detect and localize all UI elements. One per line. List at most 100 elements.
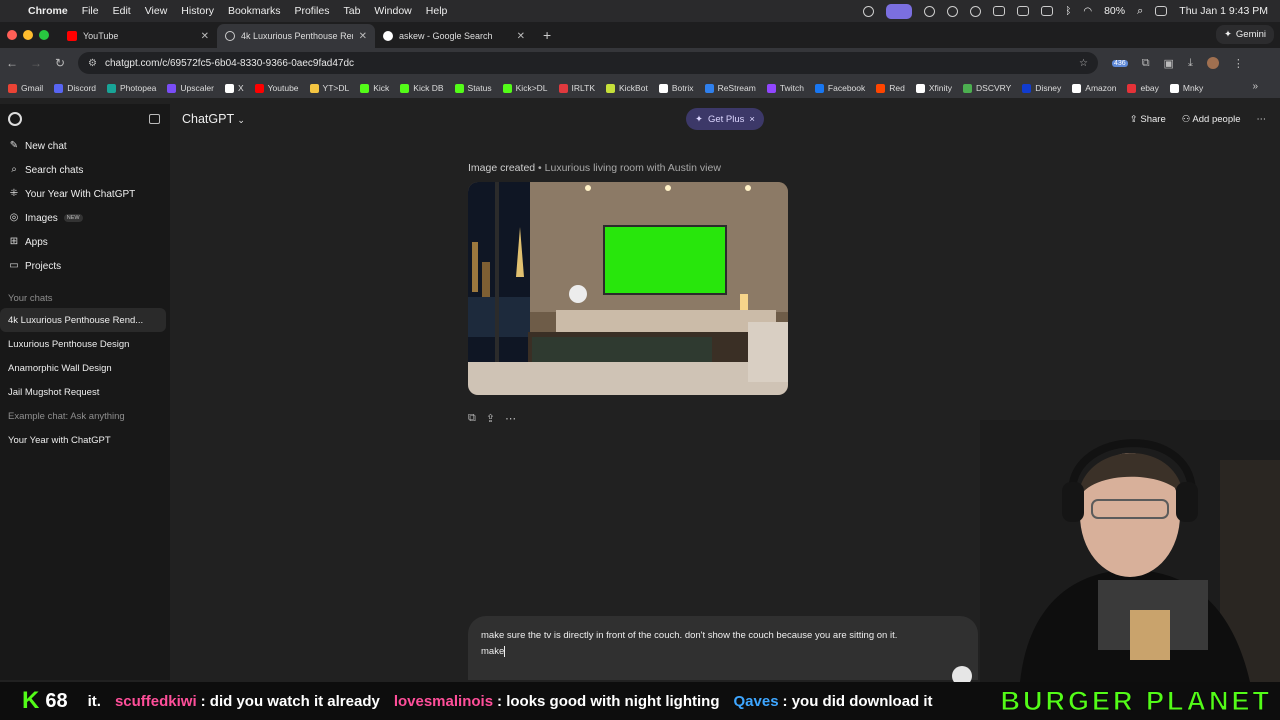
chat-history-item[interactable]: Your Year with ChatGPT [0,428,166,452]
play-icon[interactable] [970,5,982,17]
bookmark-ebay[interactable]: ebay [1127,83,1159,93]
bookmark-status[interactable]: Status [454,83,492,93]
bookmark-gmail[interactable]: Gmail [8,83,43,93]
bookmark-kick-dl[interactable]: Kick>DL [502,83,548,93]
bookmark-star-icon[interactable]: ☆ [1079,58,1088,69]
spotlight-search-icon[interactable]: ⌕ [1137,5,1143,18]
bookmark-disney[interactable]: Disney [1022,83,1061,93]
get-plus-button[interactable]: ✦ Get Plus × [686,108,764,130]
close-icon[interactable]: × [749,114,755,125]
tab-youtube[interactable]: YouTube ✕ [59,24,217,48]
bookmark-photopea[interactable]: Photopea [107,83,156,93]
extensions-icon[interactable]: ⧉ [1142,57,1150,70]
battery-percent[interactable]: 80% [1104,5,1125,17]
bookmark-botrix[interactable]: Botrix [658,83,694,93]
wifi-icon[interactable]: ◠ [1083,6,1092,17]
menu-window[interactable]: Window [374,5,411,17]
menu-app-name[interactable]: Chrome [28,5,68,17]
extension-badge[interactable]: 436 [1112,59,1128,67]
address-bar[interactable]: ⚙ chatgpt.com/c/69572fc5-6b04-8330-9366-… [78,52,1098,74]
bookmark-kick-db[interactable]: Kick DB [400,83,444,93]
chat-history-item[interactable]: Jail Mugshot Request [0,380,166,404]
close-tab-icon[interactable]: ✕ [201,31,209,42]
bookmark-favicon-icon [1169,83,1179,93]
sidebar-toggle-icon[interactable] [149,114,160,124]
bookmark-discord[interactable]: Discord [54,83,96,93]
sidebar-item-new-chat[interactable]: ✎ New chat [0,134,170,158]
bookmark-youtube[interactable]: Youtube [254,83,299,93]
display-icon[interactable] [1017,6,1030,16]
monitor-icon[interactable] [1041,6,1054,16]
bookmark-red[interactable]: Red [876,83,905,93]
bluetooth-icon[interactable]: ᛒ [1065,6,1071,17]
control-center-icon[interactable] [1155,6,1168,16]
bookmark-twitch[interactable]: Twitch [766,83,804,93]
sidebar-item-projects[interactable]: ▭ Projects [0,254,170,278]
download-icon[interactable]: ⤓ [1188,57,1193,70]
bookmark-xfinity[interactable]: Xfinity [915,83,952,93]
prompt-composer[interactable]: make sure the tv is directly in front of… [468,616,978,686]
bookmark-kickbot[interactable]: KickBot [606,83,648,93]
kebab-menu-icon[interactable]: ⋮ [1233,57,1244,70]
url-text[interactable]: chatgpt.com/c/69572fc5-6b04-8330-9366-0a… [105,58,1071,69]
forward-arrow-icon[interactable]: → [24,56,48,70]
chat-history-item[interactable]: Luxurious Penthouse Design [0,332,166,356]
tab-chatgpt[interactable]: 4k Luxurious Penthouse Ren… ✕ [217,24,375,48]
sidebar-item-your-year-with-chatgpt[interactable]: ⁜ Your Year With ChatGPT [0,182,170,206]
more-bookmarks-icon[interactable]: » [1252,81,1258,92]
profile-avatar[interactable] [1206,57,1219,69]
bookmark-favicon-icon [107,83,117,93]
bookmark-x[interactable]: X [224,83,244,93]
focus-icon[interactable] [924,5,936,17]
minimize-window-button[interactable] [23,30,33,40]
close-tab-icon[interactable]: ✕ [359,31,367,42]
copy-icon[interactable]: ⧉ [468,412,476,425]
gemini-button[interactable]: ✦ Gemini [1215,25,1274,44]
clock[interactable]: Thu Jan 1 9:43 PM [1179,5,1268,17]
menu-view[interactable]: View [145,5,168,17]
tab-google-search[interactable]: askew - Google Search ✕ [375,24,533,48]
sidebar-item-images[interactable]: ◎ Images NEW [0,206,170,230]
menu-profiles[interactable]: Profiles [294,5,329,17]
screen-mirroring-icon[interactable] [886,3,913,19]
menu-help[interactable]: Help [426,5,448,17]
bookmark-kick[interactable]: Kick [360,83,389,93]
bookmark-facebook[interactable]: Facebook [814,83,865,93]
side-panel-icon[interactable]: ▣ [1164,57,1174,70]
sidebar-item-search-chats[interactable]: ⌕ Search chats [0,158,170,182]
menu-edit[interactable]: Edit [113,5,131,17]
zoom-window-button[interactable] [39,30,49,40]
close-window-button[interactable] [7,30,17,40]
add-people-button[interactable]: ⚇ Add people [1182,114,1241,125]
menu-bookmarks[interactable]: Bookmarks [228,5,281,17]
model-selector[interactable]: ChatGPT ⌄ [182,112,245,126]
bookmark-dscvry[interactable]: DSCVRY [963,83,1011,93]
openai-logo-icon[interactable] [8,112,22,126]
close-tab-icon[interactable]: ✕ [517,31,525,42]
bookmark-yt-dl[interactable]: YT>DL [309,83,349,93]
bookmark-upscaler[interactable]: Upscaler [167,83,214,93]
menu-file[interactable]: File [82,5,99,17]
bookmark-mnky[interactable]: Mnky [1169,83,1203,93]
back-arrow-icon[interactable]: ← [0,56,24,70]
chat-history-item[interactable]: 4k Luxurious Penthouse Rend... [0,308,166,332]
volume-icon[interactable] [993,6,1006,16]
share-button[interactable]: ⇪ Share [1130,114,1166,125]
generated-image[interactable] [468,182,788,395]
bookmark-restream[interactable]: ReStream [704,83,756,93]
record-icon[interactable] [863,5,875,17]
more-options-icon[interactable]: ⋯ [505,412,516,425]
site-info-icon[interactable]: ⚙ [88,58,97,69]
menu-tab[interactable]: Tab [343,5,360,17]
more-options-icon[interactable]: ⋯ [1257,114,1267,125]
reload-icon[interactable]: ↻ [48,56,72,70]
chat-history-item[interactable]: Anamorphic Wall Design [0,356,166,380]
menu-history[interactable]: History [181,5,214,17]
share-icon[interactable]: ⇪ [486,412,495,425]
menu-list-icon[interactable] [947,5,959,17]
chat-history-item[interactable]: Example chat: Ask anything [0,404,166,428]
sidebar-item-apps[interactable]: ⊞ Apps [0,230,170,254]
bookmark-amazon[interactable]: Amazon [1072,83,1116,93]
bookmark-irltk[interactable]: IRLTK [558,83,595,93]
new-tab-button[interactable]: + [533,27,561,48]
